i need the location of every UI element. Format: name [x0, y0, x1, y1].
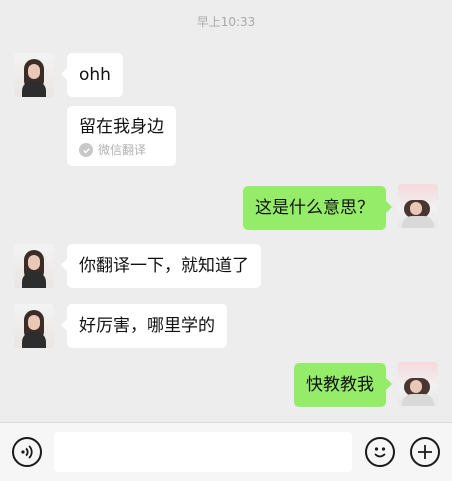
message-text: ohh — [79, 65, 111, 85]
message-bubble-received[interactable]: 好厉害，哪里学的 — [61, 304, 227, 348]
message-text: 快教教我 — [306, 375, 374, 395]
message-text: 你翻译一下，就知道了 — [79, 256, 249, 276]
message-bubble-sent[interactable]: 这是什么意思？ — [243, 186, 392, 230]
translation-source: 微信翻译 — [79, 142, 164, 158]
check-icon — [79, 143, 93, 157]
message-bubble-received[interactable]: 你翻译一下，就知道了 — [61, 244, 261, 288]
message-text: 好厉害，哪里学的 — [79, 316, 215, 336]
timestamp: 早上10:33 — [196, 15, 256, 29]
contact-avatar[interactable] — [14, 304, 54, 348]
translated-message-card[interactable]: 留在我身边 微信翻译 — [67, 106, 176, 166]
message-bubble-received[interactable]: ohh — [61, 53, 123, 97]
contact-avatar[interactable] — [14, 53, 54, 97]
my-avatar[interactable] — [398, 184, 438, 228]
translation-label: 微信翻译 — [98, 143, 147, 157]
message-bubble-sent[interactable]: 快教教我 — [294, 363, 392, 407]
contact-avatar[interactable] — [14, 244, 54, 288]
input-toolbar — [0, 422, 452, 481]
my-avatar[interactable] — [398, 362, 438, 406]
chat-area[interactable]: 早上10:33 ohh 留在我身边 微信翻译 这是什么意思？ 你翻译一下，就知道… — [0, 0, 452, 422]
voice-icon[interactable] — [12, 437, 42, 467]
message-input[interactable] — [54, 432, 352, 472]
message-text: 这是什么意思？ — [255, 198, 374, 218]
translated-text: 留在我身边 — [79, 117, 164, 137]
plus-icon[interactable] — [410, 437, 440, 467]
emoji-icon[interactable] — [365, 437, 395, 467]
